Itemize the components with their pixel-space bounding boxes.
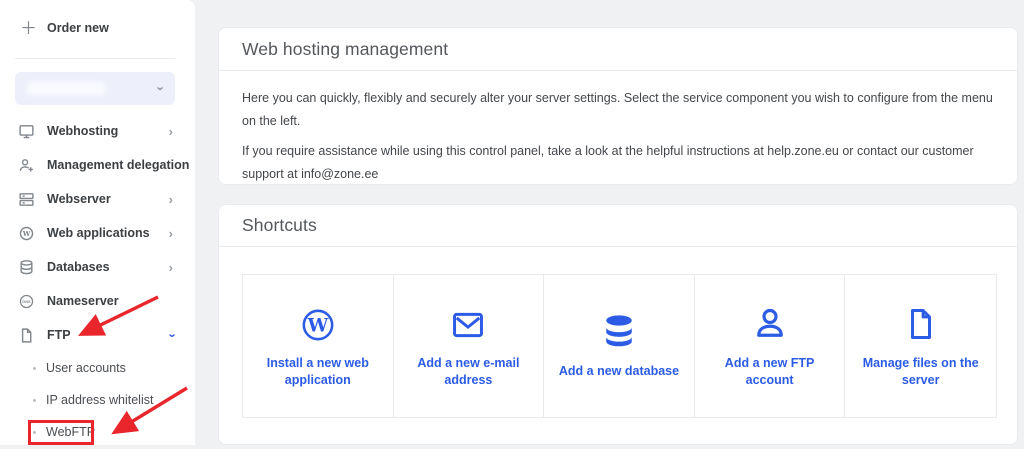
sidebar-item-web-applications[interactable]: W Web applications › (0, 216, 195, 250)
sidebar-item-management-delegation[interactable]: Management delegation (0, 148, 195, 182)
card-body: Here you can quickly, flexibly and secur… (219, 71, 1017, 185)
support-paragraph: If you require assistance while using th… (242, 140, 994, 185)
sidebar-divider (15, 58, 175, 59)
sidebar-item-databases[interactable]: Databases › (0, 250, 195, 284)
sidebar-item-webserver[interactable]: Webserver › (0, 182, 195, 216)
chevron-right-icon: › (169, 125, 173, 138)
sidebar: ＋ Order new › Webhosting › Management de… (0, 0, 195, 445)
database-icon (18, 259, 35, 276)
shortcuts-card: Shortcuts W Install a new web applicatio… (218, 204, 1018, 445)
chevron-down-icon: › (166, 333, 179, 337)
redacted-service-name (27, 82, 105, 95)
bullet-icon (33, 431, 36, 434)
sidebar-subitem-ip-address-whitelist[interactable]: IP address whitelist (0, 384, 195, 416)
file-icon (904, 304, 938, 342)
shortcut-tiles: W Install a new web application Add a ne… (242, 274, 997, 418)
dns-icon: DNS (18, 293, 35, 310)
bullet-icon (33, 367, 36, 370)
sidebar-item-ftp[interactable]: FTP › (0, 318, 195, 352)
sidebar-subitem-webftp[interactable]: WebFTP (0, 416, 195, 448)
web-hosting-management-card: Web hosting management Here you can quic… (218, 27, 1018, 185)
shortcut-install-web-application[interactable]: W Install a new web application (243, 275, 394, 417)
chevron-right-icon: › (169, 193, 173, 206)
order-new-label: Order new (47, 21, 109, 35)
server-icon (18, 191, 35, 208)
chevron-right-icon: › (169, 261, 173, 274)
shortcut-add-ftp-account[interactable]: Add a new FTP account (695, 275, 846, 417)
page-title: Web hosting management (242, 39, 448, 60)
shortcuts-title: Shortcuts (242, 215, 317, 236)
plus-icon: ＋ (20, 20, 37, 37)
sidebar-item-nameserver[interactable]: DNS Nameserver (0, 284, 195, 318)
person-icon (752, 304, 788, 342)
card-header: Shortcuts (219, 205, 1017, 247)
person-add-icon (18, 157, 35, 174)
shortcut-add-database[interactable]: Add a new database (544, 275, 695, 417)
sidebar-item-webhosting[interactable]: Webhosting › (0, 114, 195, 148)
monitor-icon (18, 123, 35, 140)
service-selector-dropdown[interactable]: › (15, 72, 175, 105)
svg-text:DNS: DNS (22, 298, 31, 303)
shortcut-add-email-address[interactable]: Add a new e-mail address (394, 275, 545, 417)
svg-text:W: W (306, 315, 328, 336)
database-icon (601, 312, 637, 350)
svg-text:W: W (22, 229, 31, 237)
envelope-icon (449, 304, 487, 342)
file-icon (18, 327, 35, 344)
order-new-button[interactable]: ＋ Order new (20, 14, 109, 42)
intro-paragraph: Here you can quickly, flexibly and secur… (242, 87, 994, 132)
wordpress-icon: W (18, 225, 35, 242)
sidebar-subitem-user-accounts[interactable]: User accounts (0, 352, 195, 384)
chevron-right-icon: › (169, 227, 173, 240)
shortcut-manage-files[interactable]: Manage files on the server (845, 275, 996, 417)
bullet-icon (33, 399, 36, 402)
chevron-down-icon: › (153, 86, 168, 90)
wordpress-icon: W (301, 304, 335, 342)
card-header: Web hosting management (219, 28, 1017, 71)
